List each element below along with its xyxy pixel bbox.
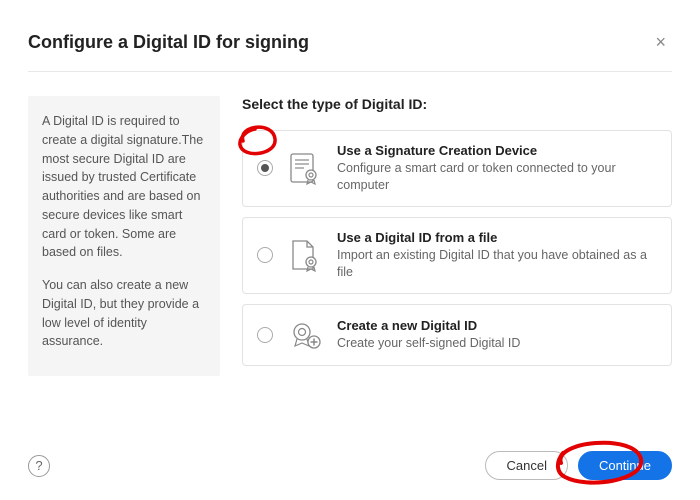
option-signature-device[interactable]: Use a Signature Creation Device Configur… [242, 130, 672, 207]
option-desc: Create your self-signed Digital ID [337, 335, 657, 352]
sidebar-paragraph: A Digital ID is required to create a dig… [42, 112, 206, 262]
radio-icon [257, 247, 273, 263]
option-title: Create a new Digital ID [337, 318, 657, 333]
dialog-footer: ? Cancel Continue [28, 433, 672, 480]
sidebar-paragraph: You can also create a new Digital ID, bu… [42, 276, 206, 351]
close-button[interactable]: × [649, 28, 672, 57]
option-list: Use a Signature Creation Device Configur… [242, 130, 672, 366]
annotation-circle-icon [233, 119, 283, 168]
main-panel: Select the type of Digital ID: [242, 96, 672, 433]
option-text: Create a new Digital ID Create your self… [337, 318, 657, 352]
continue-button[interactable]: Continue [578, 451, 672, 480]
option-create-new[interactable]: Create a new Digital ID Create your self… [242, 304, 672, 366]
info-sidebar: A Digital ID is required to create a dig… [28, 96, 220, 376]
option-text: Use a Signature Creation Device Configur… [337, 143, 657, 194]
dialog-title: Configure a Digital ID for signing [28, 32, 309, 53]
certificate-device-icon [287, 150, 323, 186]
dialog-header: Configure a Digital ID for signing × [28, 28, 672, 72]
footer-buttons: Cancel Continue [485, 451, 672, 480]
option-desc: Import an existing Digital ID that you h… [337, 247, 657, 281]
cancel-button[interactable]: Cancel [485, 451, 567, 480]
digital-id-dialog: Configure a Digital ID for signing × A D… [0, 0, 700, 500]
radio-icon [257, 160, 273, 176]
new-id-icon [287, 317, 323, 353]
option-from-file[interactable]: Use a Digital ID from a file Import an e… [242, 217, 672, 294]
option-title: Use a Signature Creation Device [337, 143, 657, 158]
option-desc: Configure a smart card or token connecte… [337, 160, 657, 194]
radio-icon [257, 327, 273, 343]
option-text: Use a Digital ID from a file Import an e… [337, 230, 657, 281]
option-title: Use a Digital ID from a file [337, 230, 657, 245]
file-id-icon [287, 237, 323, 273]
dialog-body: A Digital ID is required to create a dig… [28, 72, 672, 433]
help-button[interactable]: ? [28, 455, 50, 477]
prompt-label: Select the type of Digital ID: [242, 96, 672, 112]
